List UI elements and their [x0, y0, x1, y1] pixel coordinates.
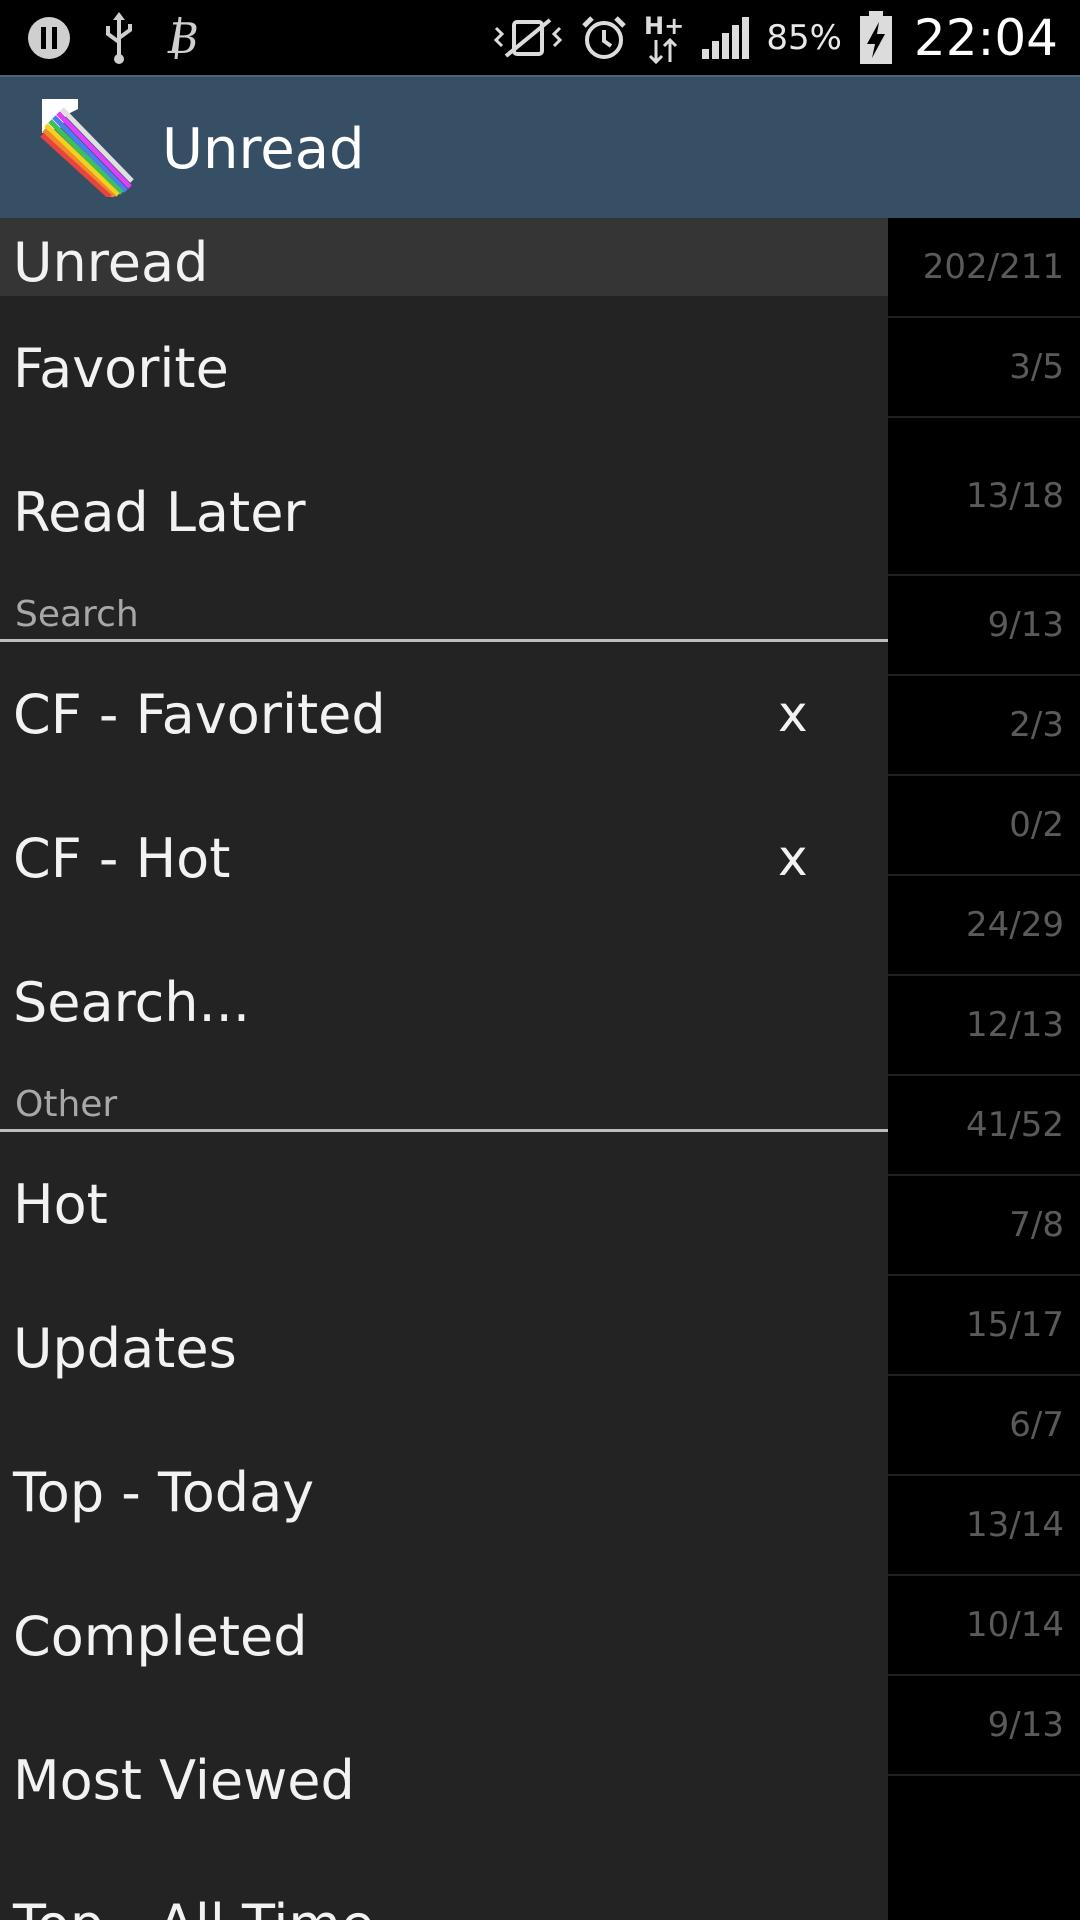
list-item-count[interactable]: 12/13 [888, 976, 1080, 1076]
navigation-drawer: Unread Favorite Read Later Search CF - F… [0, 218, 888, 1920]
list-item-count[interactable]: 0/2 [888, 776, 1080, 876]
list-item-count[interactable]: 15/17 [888, 1276, 1080, 1376]
signal-icon [700, 15, 750, 61]
drawer-item-most-viewed[interactable]: Most Viewed [0, 1708, 888, 1852]
drawer-item-cf-hot[interactable]: CF - Hot x [0, 786, 888, 930]
status-bar: B H+ 85% 22:04 [0, 0, 1080, 75]
drawer-item-top-today[interactable]: Top - Today [0, 1420, 888, 1564]
drawer-item-label: Top - Today [13, 1460, 315, 1524]
action-bar: Unread [0, 75, 1080, 218]
drawer-item-label: CF - Favorited [13, 682, 386, 746]
drawer-item-label: Read Later [13, 480, 306, 544]
drawer-item-label: Unread [13, 231, 209, 294]
bitcoin-icon: B [166, 15, 202, 61]
list-item-count[interactable]: 9/13 [888, 1676, 1080, 1776]
battery-percent: 85% [766, 17, 842, 58]
status-left-icons: B [26, 10, 202, 66]
clock: 22:04 [913, 8, 1058, 67]
drawer-item-unread[interactable]: Unread [0, 218, 888, 296]
drawer-item-label: Most Viewed [13, 1748, 355, 1812]
list-item-count[interactable]: 41/52 [888, 1076, 1080, 1176]
svg-text:H+: H+ [644, 12, 684, 40]
drawer-item-label: Search... [13, 970, 251, 1034]
list-item-count[interactable]: 3/5 [888, 318, 1080, 418]
list-item-count[interactable]: 9/13 [888, 576, 1080, 676]
list-item-count[interactable]: 13/14 [888, 1476, 1080, 1576]
list-item-count[interactable]: 10/14 [888, 1576, 1080, 1676]
svg-text:B: B [167, 15, 199, 61]
hplus-icon: H+ [644, 10, 684, 66]
list-item-count[interactable]: 24/29 [888, 876, 1080, 976]
background-list: 202/211 3/5 13/18 9/13 2/3 0/2 24/29 12/… [888, 218, 1080, 1776]
drawer-item-read-later[interactable]: Read Later [0, 440, 888, 584]
section-header-search: Search [0, 584, 888, 642]
list-item-count[interactable]: 202/211 [888, 218, 1080, 318]
drawer-item-updates[interactable]: Updates [0, 1276, 888, 1420]
battery-charging-icon [858, 10, 894, 66]
alarm-icon [580, 14, 628, 62]
remove-search-button[interactable]: x [778, 829, 808, 887]
list-item-count[interactable]: 7/8 [888, 1176, 1080, 1276]
usb-icon [102, 12, 136, 64]
list-item-count[interactable]: 2/3 [888, 676, 1080, 776]
drawer-item-label: CF - Hot [13, 826, 231, 890]
section-header-label: Search [15, 594, 139, 635]
drawer-item-label: Updates [13, 1316, 237, 1380]
remove-search-button[interactable]: x [778, 685, 808, 743]
page-title: Unread [162, 117, 365, 182]
status-right-icons: H+ 85% 22:04 [492, 0, 1058, 75]
drawer-item-cf-favorited[interactable]: CF - Favorited x [0, 642, 888, 786]
app-logo-icon[interactable] [40, 97, 140, 199]
drawer-item-hot[interactable]: Hot [0, 1132, 888, 1276]
drawer-item-search[interactable]: Search... [0, 930, 888, 1074]
list-item-count[interactable]: 13/18 [888, 418, 1080, 576]
section-header-label: Other [15, 1084, 118, 1125]
drawer-item-label: Favorite [13, 336, 229, 400]
list-item-count[interactable]: 6/7 [888, 1376, 1080, 1476]
drawer-item-label: Completed [13, 1604, 308, 1668]
drawer-item-favorite[interactable]: Favorite [0, 296, 888, 440]
drawer-item-label: Top - All Time [13, 1893, 374, 1920]
drawer-item-top-all-time[interactable]: Top - All Time [0, 1852, 888, 1920]
section-header-other: Other [0, 1074, 888, 1132]
vibrate-icon [492, 16, 564, 60]
drawer-item-label: Hot [13, 1172, 108, 1236]
pause-icon [26, 15, 72, 61]
drawer-item-completed[interactable]: Completed [0, 1564, 888, 1708]
